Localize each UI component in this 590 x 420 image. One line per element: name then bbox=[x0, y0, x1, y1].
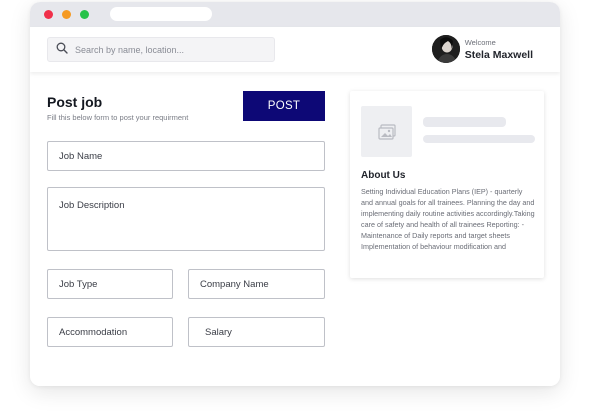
job-name-field[interactable]: Job Name bbox=[47, 141, 325, 171]
about-text: Setting Individual Education Plans (IEP)… bbox=[361, 187, 535, 251]
title-bar bbox=[30, 2, 560, 27]
job-type-field[interactable]: Job Type bbox=[47, 269, 173, 299]
skeleton-line bbox=[423, 135, 535, 143]
search-placeholder: Search by name, location... bbox=[75, 44, 185, 55]
maximize-window-dot[interactable] bbox=[80, 10, 89, 19]
company-name-label: Company Name bbox=[200, 278, 269, 290]
about-card: About Us Setting Individual Education Pl… bbox=[350, 91, 544, 278]
close-window-dot[interactable] bbox=[44, 10, 53, 19]
page-title: Post job bbox=[47, 94, 103, 110]
user-name: Stela Maxwell bbox=[464, 48, 533, 61]
job-name-label: Job Name bbox=[59, 150, 103, 162]
search-input[interactable]: Search by name, location... bbox=[47, 37, 275, 62]
avatar[interactable] bbox=[431, 35, 460, 63]
company-name-field[interactable]: Company Name bbox=[188, 269, 325, 299]
browser-window: Search by name, location... Welcome Stel… bbox=[30, 2, 560, 386]
job-description-field[interactable]: Job Description bbox=[47, 187, 325, 251]
image-placeholder-icon bbox=[361, 106, 412, 157]
accommodation-label: Accommodation bbox=[59, 326, 128, 338]
minimize-window-dot[interactable] bbox=[62, 10, 71, 19]
page-subtitle: Fill this below form to post your requir… bbox=[47, 113, 189, 122]
accommodation-field[interactable]: Accommodation bbox=[47, 317, 173, 347]
salary-label: Salary bbox=[205, 326, 232, 338]
skeleton-line bbox=[423, 117, 506, 127]
about-title: About Us bbox=[361, 170, 406, 181]
address-bar[interactable] bbox=[110, 7, 212, 21]
search-icon bbox=[56, 41, 68, 59]
top-navbar: Search by name, location... Welcome Stel… bbox=[30, 27, 560, 72]
job-description-label: Job Description bbox=[59, 200, 125, 211]
main-content: Post job Fill this below form to post yo… bbox=[30, 72, 560, 386]
welcome-label: Welcome bbox=[464, 37, 496, 47]
job-type-label: Job Type bbox=[59, 278, 98, 290]
salary-field[interactable]: Salary bbox=[188, 317, 325, 347]
user-profile[interactable]: Welcome Stela Maxwell bbox=[431, 35, 533, 63]
post-button[interactable]: POST bbox=[243, 91, 325, 121]
